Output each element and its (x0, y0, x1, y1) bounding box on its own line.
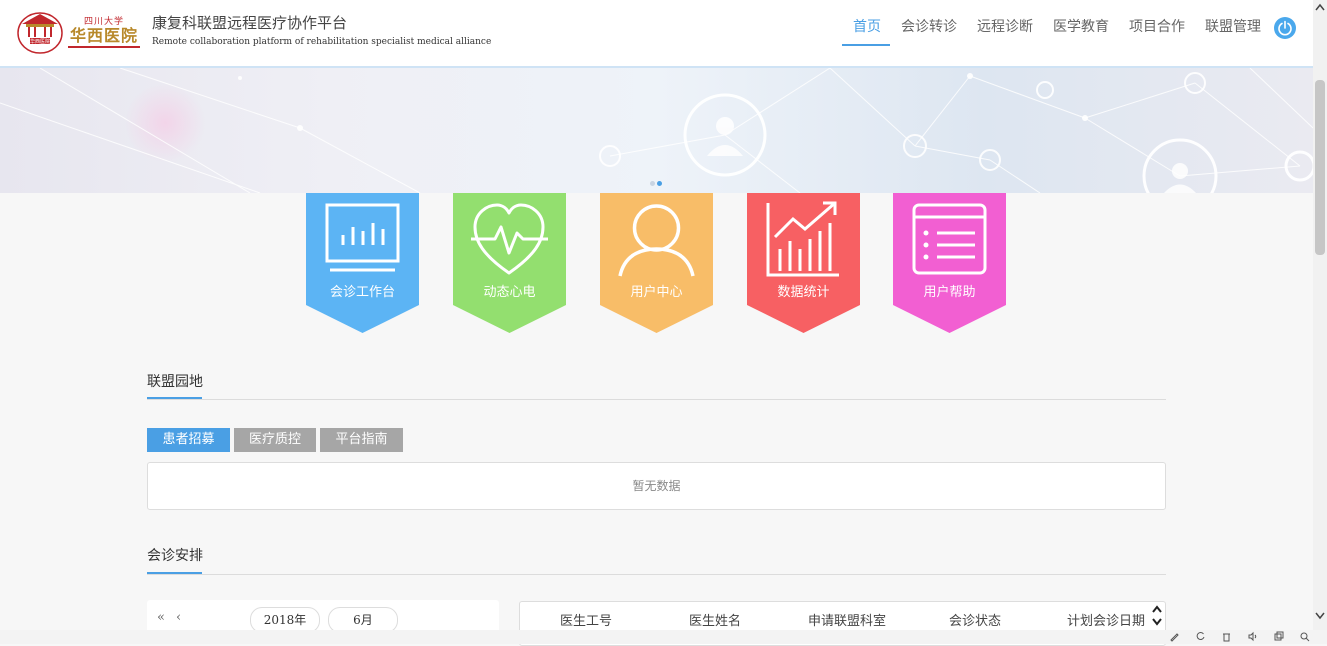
tile-label: 数据统计 (777, 285, 830, 300)
nav-medical-education[interactable]: 医学教育 (1053, 16, 1109, 36)
schedule-section-title: 会诊安排 (147, 548, 203, 564)
nav-home[interactable]: 首页 (853, 16, 881, 36)
tile-label: 用户帮助 (923, 285, 976, 300)
search-icon[interactable] (1299, 631, 1310, 645)
svg-text:华西医院: 华西医院 (30, 38, 50, 45)
nav-project-cooperation[interactable]: 项目合作 (1129, 16, 1185, 36)
nav-remote-diagnosis[interactable]: 远程诊断 (977, 16, 1033, 36)
tab-patient-recruitment[interactable]: 患者招募 (147, 428, 230, 452)
tile-label: 动态心电 (483, 285, 536, 300)
column-header-alliance-department: 申请联盟科室 (808, 614, 887, 629)
column-header-doctor-id: 医生工号 (560, 614, 613, 629)
tile-dynamic-ecg[interactable]: 动态心电 (453, 193, 566, 333)
column-header-doctor-name: 医生姓名 (689, 614, 742, 629)
hospital-name-logo: 四川大学 华西医院 (68, 14, 140, 50)
power-icon (1278, 20, 1292, 36)
browser-bottom-toolbar (0, 630, 1327, 644)
column-header-consultation-status: 会诊状态 (949, 614, 1002, 629)
alliance-section-title: 联盟园地 (147, 374, 203, 390)
trash-icon[interactable] (1221, 631, 1232, 645)
nav-active-indicator (842, 44, 890, 46)
empty-state: 暂无数据 (147, 462, 1166, 510)
tile-user-help[interactable]: 用户帮助 (893, 193, 1006, 333)
tile-data-statistics[interactable]: 数据统计 (747, 193, 860, 333)
nav-alliance-management[interactable]: 联盟管理 (1205, 16, 1261, 36)
tile-consultation-workbench[interactable]: 会诊工作台 (306, 193, 419, 333)
nav-consultation-referral[interactable]: 会诊转诊 (901, 16, 957, 36)
tab-medical-quality-control[interactable]: 医疗质控 (234, 428, 316, 452)
scroll-down-icon[interactable] (1314, 611, 1326, 624)
divider (147, 574, 1166, 575)
speaker-icon[interactable] (1247, 631, 1258, 645)
window-icon[interactable] (1273, 631, 1284, 645)
hero-banner (0, 68, 1313, 193)
network-illustration (0, 68, 1313, 193)
table-scroll-up-icon[interactable] (1151, 603, 1163, 617)
divider (147, 399, 1166, 400)
tile-label: 用户中心 (630, 285, 683, 300)
prev-year-button[interactable]: « (157, 610, 165, 625)
site-title: 康复科联盟远程医疗协作平台 (152, 14, 348, 32)
section-accent (147, 572, 202, 574)
prev-month-button[interactable]: ‹ (176, 610, 181, 625)
column-header-planned-date: 计划会诊日期 (1067, 614, 1146, 629)
pen-icon[interactable] (1169, 631, 1180, 645)
carousel-dot-2[interactable] (657, 181, 662, 186)
header: 华西医院 四川大学 华西医院 康复科联盟远程医疗协作平台 Remote coll… (0, 0, 1313, 68)
scroll-up-icon[interactable] (1314, 2, 1326, 15)
hospital-seal-logo: 华西医院 (16, 10, 64, 54)
refresh-icon[interactable] (1195, 631, 1206, 645)
site-subtitle: Remote collaboration platform of rehabil… (152, 37, 492, 47)
page-scrollbar-thumb[interactable] (1315, 80, 1325, 255)
logout-button[interactable] (1274, 17, 1296, 39)
carousel-dot-1[interactable] (650, 181, 655, 186)
section-accent (147, 397, 202, 399)
tile-label: 会诊工作台 (329, 285, 395, 300)
tab-platform-guide[interactable]: 平台指南 (320, 428, 403, 452)
table-scroll-down-icon[interactable] (1151, 616, 1163, 630)
tile-user-center[interactable]: 用户中心 (600, 193, 713, 333)
